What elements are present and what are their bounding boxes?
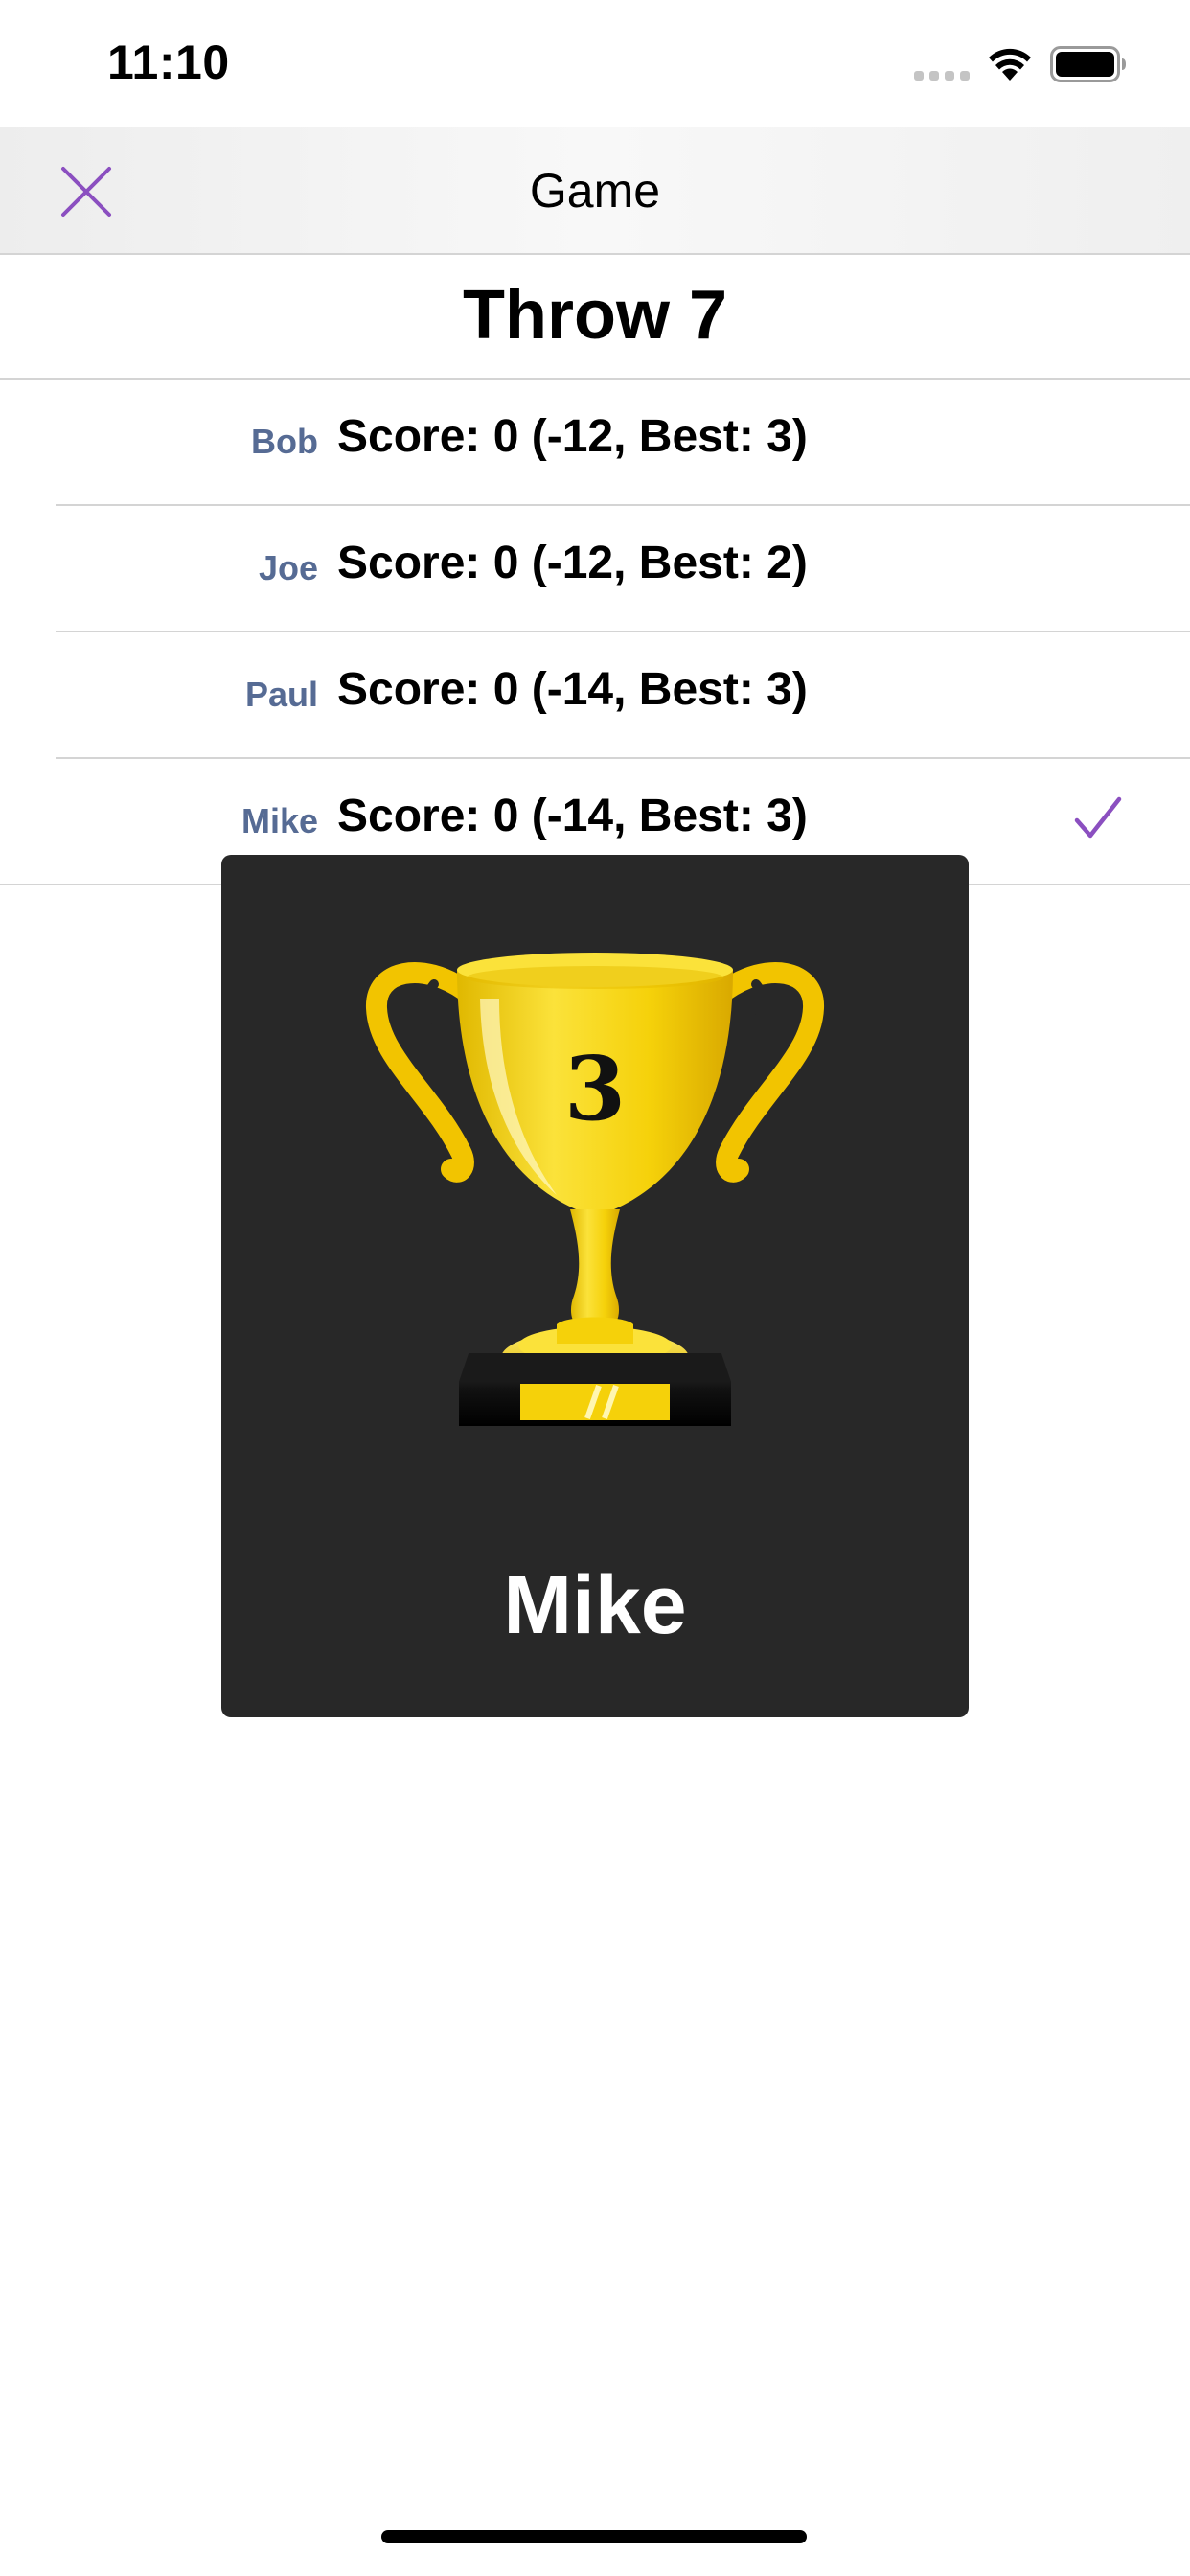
wifi-icon xyxy=(989,48,1031,80)
player-score: Score: 0 (-14, Best: 3) xyxy=(337,664,808,715)
throw-header: Throw 7 xyxy=(0,255,1190,380)
player-name: Bob xyxy=(251,422,318,461)
game-screen: 11:10 Game Throw 7 Bob Score: 0 (-12, Be… xyxy=(0,0,1190,2576)
signal-icon xyxy=(914,71,970,80)
player-name: Paul xyxy=(244,675,318,714)
player-score: Score: 0 (-12, Best: 3) xyxy=(337,411,808,462)
player-list: Bob Score: 0 (-12, Best: 3) Joe Score: 0… xyxy=(0,380,1190,886)
trophy-rank-number: 3 xyxy=(563,1037,626,1140)
battery-icon xyxy=(1050,46,1126,82)
winner-name: Mike xyxy=(503,1559,687,1651)
player-row[interactable]: Joe Score: 0 (-12, Best: 2) xyxy=(56,506,1190,632)
throw-title: Throw 7 xyxy=(462,277,727,354)
player-name: Mike xyxy=(240,801,318,840)
player-row[interactable]: Bob Score: 0 (-12, Best: 3) xyxy=(56,380,1190,506)
checkmark-icon xyxy=(1074,796,1122,839)
player-row[interactable]: Paul Score: 0 (-14, Best: 3) xyxy=(56,632,1190,759)
nav-title: Game xyxy=(529,164,661,218)
trophy-icon xyxy=(366,953,824,1426)
navigation-bar: Game xyxy=(0,126,1190,255)
status-bar: 11:10 xyxy=(0,0,1190,126)
status-time: 11:10 xyxy=(107,35,230,89)
player-name: Joe xyxy=(258,548,318,587)
home-indicator[interactable] xyxy=(381,2530,807,2543)
player-score: Score: 0 (-12, Best: 2) xyxy=(337,538,808,588)
trophy-popup: 3 Mike xyxy=(221,855,969,1717)
player-score: Score: 0 (-14, Best: 3) xyxy=(337,791,808,841)
